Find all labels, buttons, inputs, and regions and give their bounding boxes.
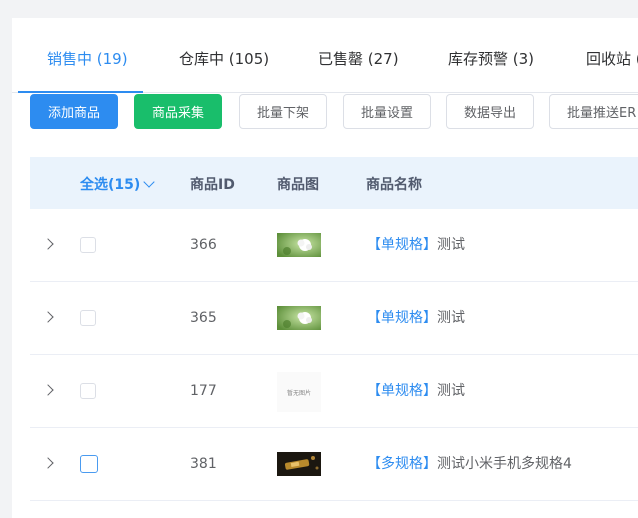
col-header-name: 商品名称	[366, 177, 422, 193]
product-id: 366	[190, 237, 217, 253]
expand-row-icon[interactable]	[44, 312, 54, 322]
product-name[interactable]: 【单规格】测试	[367, 380, 465, 400]
product-id: 381	[190, 456, 217, 472]
product-thumbnail	[277, 452, 321, 476]
tab-warehouse[interactable]: 仓库中 (105)	[179, 48, 269, 69]
spec-tag: 【单规格】	[367, 383, 437, 399]
row-checkbox[interactable]	[80, 383, 96, 399]
product-thumbnail	[277, 306, 321, 330]
product-name[interactable]: 【单规格】测试	[367, 307, 465, 327]
export-data-button[interactable]: 数据导出	[446, 94, 534, 129]
product-title: 测试	[437, 237, 465, 253]
product-title: 测试	[437, 310, 465, 326]
table-row: 177 暂无图片 【单规格】测试	[30, 355, 638, 428]
spec-tag: 【单规格】	[367, 310, 437, 326]
select-all-dropdown[interactable]: 全选(15)	[80, 174, 155, 194]
expand-row-icon[interactable]	[44, 385, 54, 395]
table-header: 全选(15) 商品ID 商品图 商品名称	[30, 157, 638, 209]
expand-row-icon[interactable]	[44, 458, 54, 468]
product-panel: 销售中 (19) 仓库中 (105) 已售罄 (27) 库存预警 (3) 回收站…	[12, 18, 638, 518]
product-name[interactable]: 【多规格】测试小米手机多规格4	[367, 453, 572, 473]
product-id: 365	[190, 310, 217, 326]
collect-product-button[interactable]: 商品采集	[134, 94, 222, 129]
product-title: 测试	[437, 383, 465, 399]
placeholder-image: 暂无图片	[277, 372, 321, 412]
product-name[interactable]: 【单规格】测试	[367, 234, 465, 254]
row-checkbox[interactable]	[80, 237, 96, 253]
add-product-button[interactable]: 添加商品	[30, 94, 118, 129]
spec-tag: 【单规格】	[367, 237, 437, 253]
tab-on-sale[interactable]: 销售中 (19)	[47, 48, 128, 69]
placeholder-text: 暂无图片	[286, 389, 311, 397]
tab-sold-out[interactable]: 已售罄 (27)	[318, 48, 399, 69]
batch-settings-button[interactable]: 批量设置	[343, 94, 431, 129]
batch-offshelf-button[interactable]: 批量下架	[239, 94, 327, 129]
product-id: 177	[190, 383, 217, 399]
select-all-label: 全选(15)	[80, 177, 141, 193]
col-header-image: 商品图	[277, 177, 319, 193]
spec-tag: 【多规格】	[367, 456, 437, 472]
row-checkbox[interactable]	[80, 455, 98, 473]
batch-push-button[interactable]: 批量推送ER	[549, 94, 638, 129]
active-tab-indicator	[18, 91, 143, 93]
table-row: 365 【单规格】测试	[30, 282, 638, 355]
product-thumbnail	[277, 233, 321, 257]
chevron-down-icon	[143, 176, 155, 188]
table-row: 381 【多规格】测试小米手机多规格4	[30, 428, 638, 501]
table-row: 366 【单规格】测试	[30, 209, 638, 282]
row-checkbox[interactable]	[80, 310, 96, 326]
status-tabs: 销售中 (19) 仓库中 (105) 已售罄 (27) 库存预警 (3) 回收站…	[12, 42, 638, 93]
product-title: 测试小米手机多规格4	[437, 456, 572, 472]
col-header-id: 商品ID	[190, 177, 235, 193]
tab-stock-warning[interactable]: 库存预警 (3)	[448, 48, 534, 69]
tab-recycle-bin[interactable]: 回收站 (	[586, 48, 638, 69]
expand-row-icon[interactable]	[44, 239, 54, 249]
